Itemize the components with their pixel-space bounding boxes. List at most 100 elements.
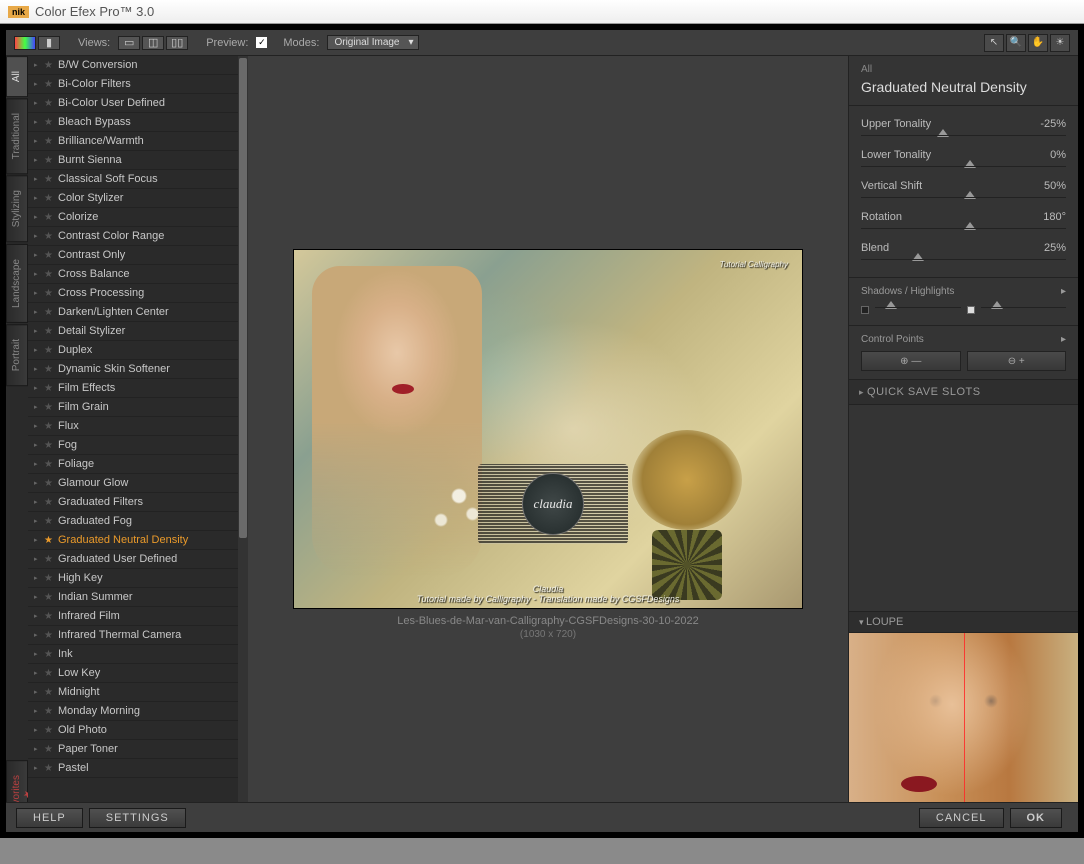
filter-item[interactable]: ▸★Midnight (28, 683, 248, 702)
star-icon[interactable]: ★ (44, 440, 58, 451)
filter-item[interactable]: ▸★Foliage (28, 455, 248, 474)
star-icon[interactable]: ★ (44, 497, 58, 508)
star-icon[interactable]: ★ (44, 345, 58, 356)
star-icon[interactable]: ★ (44, 269, 58, 280)
modes-select[interactable]: Original Image (327, 35, 418, 50)
filter-item[interactable]: ▸★Infrared Thermal Camera (28, 626, 248, 645)
star-icon[interactable]: ★ (44, 573, 58, 584)
category-tab-landscape[interactable]: Landscape (6, 244, 28, 323)
preview-image[interactable]: Tutorial Calligraphy Claudia Tutorial ma… (293, 249, 803, 609)
highlight-slider[interactable] (991, 301, 1003, 309)
filter-item[interactable]: ▸★Flux (28, 417, 248, 436)
filter-item[interactable]: ▸★Old Photo (28, 721, 248, 740)
filter-item[interactable]: ▸★Contrast Color Range (28, 227, 248, 246)
star-icon[interactable]: ★ (44, 478, 58, 489)
filter-item[interactable]: ▸★B/W Conversion (28, 56, 248, 75)
view-single-icon[interactable]: ▭ (118, 36, 140, 50)
preview-checkbox[interactable]: ✓ (256, 37, 267, 48)
slider-handle[interactable] (937, 129, 949, 137)
filter-item[interactable]: ▸★Graduated Neutral Density (28, 531, 248, 550)
view-split-icon[interactable]: ◫ (142, 36, 164, 50)
loupe-view[interactable] (849, 632, 1078, 812)
filter-item[interactable]: ▸★Brilliance/Warmth (28, 132, 248, 151)
filter-scrollbar[interactable] (238, 56, 248, 832)
category-tab-traditional[interactable]: Traditional (6, 98, 28, 174)
filter-item[interactable]: ▸★Dynamic Skin Softener (28, 360, 248, 379)
zoom-tool-icon[interactable]: 🔍 (1006, 34, 1026, 52)
view-side-icon[interactable]: ▯▯ (166, 36, 188, 50)
filter-item[interactable]: ▸★Graduated User Defined (28, 550, 248, 569)
filter-item[interactable]: ▸★Infrared Film (28, 607, 248, 626)
view-bw-icon[interactable]: ▮ (38, 36, 60, 50)
star-icon[interactable]: ★ (44, 706, 58, 717)
star-icon[interactable]: ★ (44, 649, 58, 660)
filter-item[interactable]: ▸★Darken/Lighten Center (28, 303, 248, 322)
add-control-point-button[interactable]: ⊕ — (861, 351, 961, 371)
ok-button[interactable]: OK (1010, 808, 1063, 828)
star-icon[interactable]: ★ (44, 79, 58, 90)
star-icon[interactable]: ★ (44, 687, 58, 698)
filter-item[interactable]: ▸★Bi-Color User Defined (28, 94, 248, 113)
filter-item[interactable]: ▸★Paper Toner (28, 740, 248, 759)
quick-save-slots[interactable]: QUICK SAVE SLOTS (849, 379, 1078, 405)
slider-handle[interactable] (964, 222, 976, 230)
star-icon[interactable]: ★ (44, 402, 58, 413)
filter-item[interactable]: ▸★Pastel (28, 759, 248, 778)
pan-tool-icon[interactable]: ✋ (1028, 34, 1048, 52)
filter-item[interactable]: ▸★Graduated Fog (28, 512, 248, 531)
filter-item[interactable]: ▸★Fog (28, 436, 248, 455)
view-color-icon[interactable] (14, 36, 36, 50)
filter-item[interactable]: ▸★High Key (28, 569, 248, 588)
settings-button[interactable]: SETTINGS (89, 808, 186, 828)
star-icon[interactable]: ★ (44, 231, 58, 242)
filter-item[interactable]: ▸★Indian Summer (28, 588, 248, 607)
shadow-slider[interactable] (885, 301, 897, 309)
star-icon[interactable]: ★ (44, 592, 58, 603)
star-icon[interactable]: ★ (44, 136, 58, 147)
filter-item[interactable]: ▸★Classical Soft Focus (28, 170, 248, 189)
cancel-button[interactable]: CANCEL (919, 808, 1004, 828)
slider-track[interactable] (861, 162, 1066, 172)
slider-handle[interactable] (964, 191, 976, 199)
filter-item[interactable]: ▸★Ink (28, 645, 248, 664)
filter-item[interactable]: ▸★Monday Morning (28, 702, 248, 721)
filter-item[interactable]: ▸★Film Effects (28, 379, 248, 398)
category-tab-stylizing[interactable]: Stylizing (6, 175, 28, 242)
star-icon[interactable]: ★ (44, 554, 58, 565)
slider-handle[interactable] (964, 160, 976, 168)
filter-item[interactable]: ▸★Low Key (28, 664, 248, 683)
star-icon[interactable]: ★ (44, 193, 58, 204)
shadows-highlights-header[interactable]: Shadows / Highlights▸ (861, 286, 1066, 297)
filter-item[interactable]: ▸★Bleach Bypass (28, 113, 248, 132)
filter-item[interactable]: ▸★Color Stylizer (28, 189, 248, 208)
filter-item[interactable]: ▸★Film Grain (28, 398, 248, 417)
star-icon[interactable]: ★ (44, 383, 58, 394)
light-tool-icon[interactable]: ☀ (1050, 34, 1070, 52)
filter-item[interactable]: ▸★Glamour Glow (28, 474, 248, 493)
star-icon[interactable]: ★ (44, 535, 58, 546)
pointer-tool-icon[interactable]: ↖ (984, 34, 1004, 52)
slider-track[interactable] (861, 255, 1066, 265)
filter-item[interactable]: ▸★Detail Stylizer (28, 322, 248, 341)
star-icon[interactable]: ★ (44, 763, 58, 774)
slider-handle[interactable] (912, 253, 924, 261)
star-icon[interactable]: ★ (44, 174, 58, 185)
star-icon[interactable]: ★ (44, 459, 58, 470)
filter-item[interactable]: ▸★Duplex (28, 341, 248, 360)
star-icon[interactable]: ★ (44, 421, 58, 432)
star-icon[interactable]: ★ (44, 250, 58, 261)
filter-item[interactable]: ▸★Bi-Color Filters (28, 75, 248, 94)
star-icon[interactable]: ★ (44, 98, 58, 109)
slider-track[interactable] (861, 131, 1066, 141)
help-button[interactable]: HELP (16, 808, 83, 828)
star-icon[interactable]: ★ (44, 668, 58, 679)
star-icon[interactable]: ★ (44, 611, 58, 622)
filter-item[interactable]: ▸★Cross Processing (28, 284, 248, 303)
star-icon[interactable]: ★ (44, 326, 58, 337)
star-icon[interactable]: ★ (44, 307, 58, 318)
add-neg-control-point-button[interactable]: ⊖ + (967, 351, 1067, 371)
star-icon[interactable]: ★ (44, 155, 58, 166)
star-icon[interactable]: ★ (44, 364, 58, 375)
filter-item[interactable]: ▸★Cross Balance (28, 265, 248, 284)
star-icon[interactable]: ★ (44, 725, 58, 736)
